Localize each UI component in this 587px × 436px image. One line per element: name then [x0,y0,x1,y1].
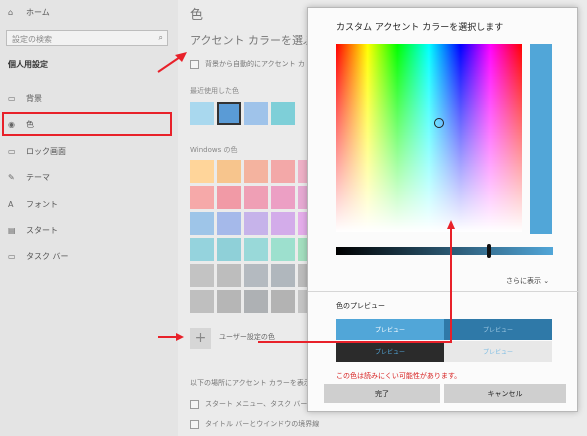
windows-color-swatch[interactable] [190,160,214,183]
spectrum-cursor[interactable] [434,118,444,128]
windows-color-swatch[interactable] [244,290,268,313]
windows-color-swatch[interactable] [271,238,295,261]
windows-color-swatch[interactable] [217,290,241,313]
sidebar-section-title: 個人用設定 [8,60,48,69]
done-button[interactable]: 完了 [324,384,440,403]
checkbox-box[interactable] [190,59,199,69]
chevron-down-icon: ⌄ [543,277,550,285]
custom-color-dialog: カスタム アクセント カラーを選択します さらに表示 ⌄ 色のプレビュー プレビ… [307,7,579,412]
preview-cell: プレビュー [336,341,444,362]
windows-color-swatch[interactable] [190,212,214,235]
windows-color-swatch[interactable] [190,264,214,287]
search-input[interactable]: 設定の検索 ⌕ [6,30,168,46]
windows-color-swatch[interactable] [271,264,295,287]
windows-colors-label: Windows の色 [190,146,238,154]
preview-cell: プレビュー [444,319,552,340]
windows-color-swatch[interactable] [190,238,214,261]
color-spectrum[interactable] [336,44,522,232]
checkbox-label: 背景から自動的にアクセント カ [205,60,305,68]
checkbox-box[interactable] [190,419,199,429]
checkbox-box[interactable] [190,399,199,409]
taskbar-icon: ▭ [8,252,16,261]
sidebar-item-label: タスク バー [26,252,69,261]
sidebar-item-label: フォント [26,200,58,209]
windows-color-swatch[interactable] [244,160,268,183]
divider [308,291,579,292]
sidebar-home-label: ホーム [26,8,50,17]
sidebar-item-taskbar[interactable]: ▭ タスク バー [8,251,69,262]
windows-color-swatch[interactable] [244,238,268,261]
recent-swatch[interactable] [244,102,268,125]
windows-color-swatch[interactable] [217,160,241,183]
preview-title: 色のプレビュー [336,302,385,310]
sidebar-item-start[interactable]: ▤ スタート [8,225,58,236]
more-link[interactable]: さらに表示 ⌄ [506,276,549,286]
sidebar-item-background[interactable]: ▭ 背景 [8,93,42,104]
sidebar-item-label: スタート [26,226,58,235]
sidebar-item-label: ロック画面 [26,147,66,156]
brightness-slider-thumb[interactable] [487,244,491,258]
windows-color-swatch[interactable] [190,290,214,313]
cancel-button[interactable]: キャンセル [444,384,566,403]
recent-swatch[interactable] [271,102,295,125]
start-icon: ▤ [8,226,16,235]
brush-icon: ✎ [8,173,15,182]
auto-accent-checkbox[interactable]: 背景から自動的にアクセント カ [190,59,305,69]
sidebar-item-label: 背景 [26,94,42,103]
search-icon: ⌕ [158,33,163,42]
windows-color-swatch[interactable] [217,264,241,287]
home-icon: ⌂ [8,8,14,17]
sidebar-item-theme[interactable]: ✎ テーマ [8,172,50,183]
search-placeholder: 設定の検索 [12,35,52,44]
checkbox-label: タイトル バーとウインドウの境界線 [205,420,320,428]
custom-color-plus-button[interactable]: + [190,328,211,349]
more-label: さらに表示 [506,277,541,285]
section-title: アクセント カラーを選ぶ [190,34,314,47]
windows-color-swatch[interactable] [244,212,268,235]
custom-color-label[interactable]: ユーザー設定の色 [219,332,275,342]
preview-cell: プレビュー [336,319,444,340]
dialog-title: カスタム アクセント カラーを選択します [336,23,504,33]
sidebar: ⌂ ホーム 設定の検索 ⌕ 個人用設定 ▭ 背景 ◉ 色 ▭ ロック画面 ✎ テーマ A フォ… [0,0,178,436]
windows-color-swatch[interactable] [271,290,295,313]
windows-color-swatch[interactable] [217,212,241,235]
recent-swatch-selected[interactable] [217,102,241,125]
recent-colors-label: 最近使用した色 [190,87,239,95]
sidebar-item-label: テーマ [26,173,50,182]
selected-color-preview [530,44,552,234]
windows-color-swatch[interactable] [244,264,268,287]
picture-icon: ▭ [8,94,16,103]
font-icon: A [8,200,14,209]
preview-cell: プレビュー [444,341,552,362]
brightness-slider[interactable] [336,247,553,255]
warning-text: この色は読みにくい可能性があります。 [336,372,462,380]
recent-swatch[interactable] [190,102,214,125]
sidebar-item-lockscreen[interactable]: ▭ ロック画面 [8,146,66,157]
windows-color-swatch[interactable] [271,212,295,235]
windows-color-swatch[interactable] [271,186,295,209]
windows-color-swatch[interactable] [217,238,241,261]
windows-color-swatch[interactable] [190,186,214,209]
titlebar-checkbox[interactable]: タイトル バーとウインドウの境界線 [190,419,319,429]
lockscreen-icon: ▭ [8,147,16,156]
sidebar-item-font[interactable]: A フォント [8,199,58,210]
apply-accent-label: 以下の場所にアクセント カラーを表示 [190,379,311,387]
windows-color-swatch[interactable] [271,160,295,183]
page-title: 色 [190,8,204,23]
windows-color-swatch[interactable] [244,186,268,209]
highlight-box-color [2,112,172,136]
windows-color-swatch[interactable] [217,186,241,209]
sidebar-home[interactable]: ⌂ ホーム [8,7,50,18]
